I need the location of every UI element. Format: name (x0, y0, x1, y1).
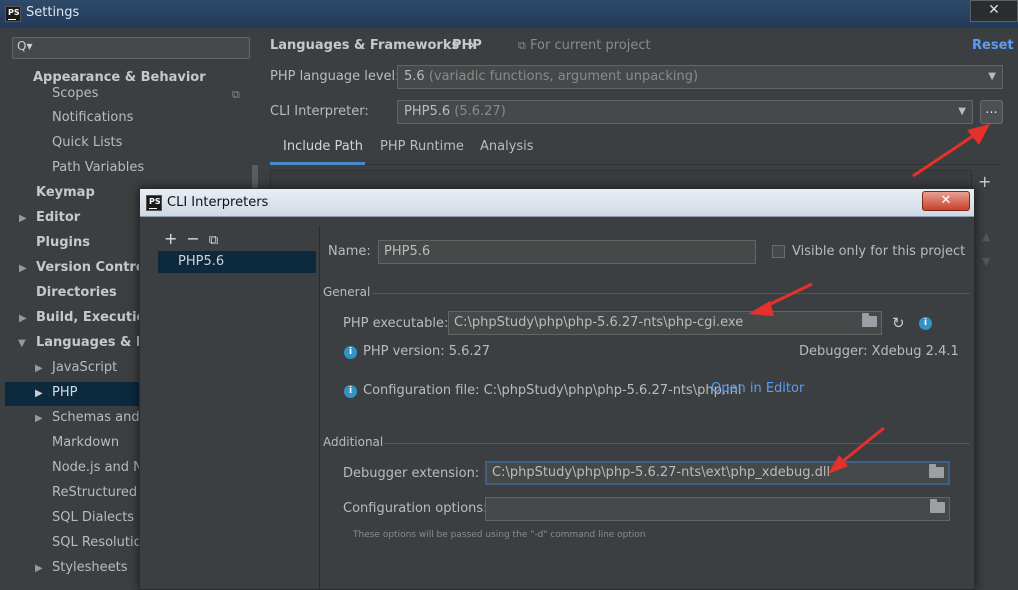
annotation-arrow (828, 426, 885, 474)
annotation-arrow (748, 282, 813, 316)
annotation-arrows (748, 124, 990, 474)
annotation-arrow (912, 124, 990, 178)
